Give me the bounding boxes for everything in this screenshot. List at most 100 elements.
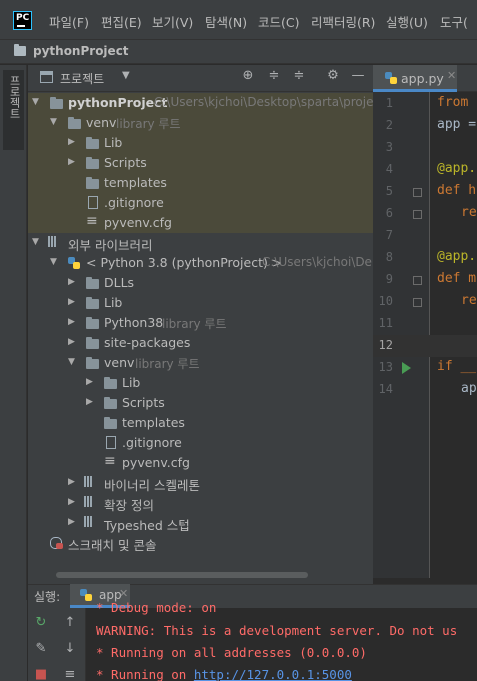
project-view-icon (40, 71, 53, 83)
tree-hint: C:\Users\kjchoi\Desktop\sparta\proje (154, 95, 374, 109)
chevron-down-icon[interactable]: ▼ (68, 356, 78, 368)
project-panel-title[interactable]: 프로젝트 (60, 70, 104, 87)
chevron-down-icon[interactable]: ▼ (32, 96, 42, 108)
menu-file[interactable]: 파일(F) (49, 12, 89, 31)
code-line-9: def m (437, 271, 477, 286)
folder-icon (85, 156, 100, 170)
tree-item-python38[interactable]: ▶ Python38 library 루트 (28, 313, 373, 333)
menu-code[interactable]: 코드(C) (258, 12, 299, 31)
gear-icon[interactable]: ⚙ (325, 68, 341, 84)
chevron-right-icon[interactable]: ▶ (68, 336, 78, 348)
tree-label: templates (122, 415, 185, 430)
close-icon[interactable]: ✕ (447, 69, 456, 82)
stop-icon[interactable]: ■ (32, 666, 50, 681)
tree-item-templates[interactable]: templates (28, 173, 373, 193)
tree-item-python-sdk[interactable]: ▼ < Python 3.8 (pythonProject) > C:\User… (28, 253, 373, 273)
folder-icon (67, 116, 82, 130)
python-icon (67, 256, 82, 270)
chevron-right-icon[interactable]: ▶ (68, 496, 78, 508)
tree-label: templates (104, 175, 167, 190)
line-number: 8 (385, 250, 393, 264)
tree-label: Lib (104, 135, 123, 150)
menu-tools[interactable]: 도구( (440, 12, 468, 31)
tree-item-dlls[interactable]: ▶ DLLs (28, 273, 373, 293)
run-panel-label: 실행: (34, 590, 61, 604)
chevron-right-icon[interactable]: ▶ (68, 276, 78, 288)
line-number: 2 (385, 118, 393, 132)
tree-hint: C:\Users\kjchoi\De (262, 255, 372, 269)
tree-item-scripts[interactable]: ▶ Scripts (28, 393, 373, 413)
tree-item-typeshed-stubs[interactable]: ▶ Typeshed 스텁 (28, 513, 373, 533)
tree-label: .gitignore (104, 195, 164, 210)
breadcrumb: pythonProject (0, 40, 477, 64)
arrow-down-icon[interactable]: ↓ (61, 640, 79, 658)
chevron-right-icon[interactable]: ▶ (86, 376, 96, 388)
chevron-right-icon[interactable]: ▶ (68, 316, 78, 328)
menu-view[interactable]: 보기(V) (152, 12, 193, 31)
fold-marker-icon[interactable] (413, 188, 422, 197)
expand-all-icon[interactable]: ≑ (266, 68, 282, 84)
line-number: 13 (378, 360, 393, 374)
tree-item-scratches[interactable]: 스크래치 및 콘솔 (28, 533, 373, 553)
chevron-right-icon[interactable]: ▶ (68, 296, 78, 308)
tree-item-venv[interactable]: ▼ venv library 루트 (28, 113, 373, 133)
tree-item-gitignore[interactable]: .gitignore (28, 433, 373, 453)
tree-item-lib[interactable]: ▶ Lib (28, 373, 373, 393)
arrow-up-icon[interactable]: ↑ (61, 614, 79, 632)
chevron-right-icon[interactable]: ▶ (86, 396, 96, 408)
tree-item-gitignore[interactable]: .gitignore (28, 193, 373, 213)
tree-item-binary-skeletons[interactable]: ▶ 바이너리 스켈레톤 (28, 473, 373, 493)
tree-item-extended-definitions[interactable]: ▶ 확장 정의 (28, 493, 373, 513)
pycharm-logo: PC (13, 11, 32, 30)
scrollbar-thumb[interactable] (56, 572, 308, 578)
wrench-icon[interactable]: ✎ (32, 640, 50, 658)
chevron-right-icon[interactable]: ▶ (68, 156, 78, 168)
fold-marker-icon[interactable] (413, 276, 422, 285)
chevron-right-icon[interactable]: ▶ (68, 136, 78, 148)
code-line-14: ap (461, 381, 477, 396)
collapse-all-icon[interactable]: ≑ (291, 68, 307, 84)
menu-run[interactable]: 실행(U) (386, 12, 428, 31)
fold-marker-icon[interactable] (413, 298, 422, 307)
console-text: * Running on (96, 667, 194, 681)
tree-item-venv[interactable]: ▼ venv library 루트 (28, 353, 373, 373)
hide-icon[interactable]: — (350, 68, 366, 84)
tree-item-pythonproject[interactable]: ▼ pythonProject C:\Users\kjchoi\Desktop\… (28, 93, 373, 113)
chevron-right-icon[interactable]: ▶ (68, 476, 78, 488)
tree-item-pyvenv-cfg[interactable]: pyvenv.cfg (28, 213, 373, 233)
file-icon (88, 196, 98, 209)
chevron-down-icon[interactable]: ▼ (122, 70, 130, 81)
tree-item-pyvenv-cfg[interactable]: pyvenv.cfg (28, 453, 373, 473)
library-icon (84, 476, 99, 490)
tree-label: venv (86, 115, 117, 130)
tree-item-scripts[interactable]: ▶ Scripts (28, 153, 373, 173)
chevron-right-icon[interactable]: ▶ (68, 516, 78, 528)
close-icon[interactable]: ✕ (119, 587, 128, 600)
menu-navigate[interactable]: 탐색(N) (205, 12, 247, 31)
line-number: 1 (385, 96, 393, 110)
tree-item-lib[interactable]: ▶ Lib (28, 293, 373, 313)
menu-refactor[interactable]: 리팩터링(R) (311, 12, 375, 31)
project-tool-tab-label: 프로젝트 (8, 75, 21, 119)
tree-item-templates[interactable]: templates (28, 413, 373, 433)
tree-item-site-packages[interactable]: ▶ site-packages (28, 333, 373, 353)
server-url-link[interactable]: http://127.0.0.1:5000 (194, 667, 352, 681)
run-gutter-icon[interactable] (402, 362, 411, 374)
rerun-icon[interactable]: ↻ (32, 614, 50, 632)
tree-item-lib[interactable]: ▶ Lib (28, 133, 373, 153)
chevron-down-icon[interactable]: ▼ (50, 116, 60, 128)
tree-item-external-libraries[interactable]: ▼ 외부 라이브러리 (28, 233, 373, 253)
folder-icon (49, 96, 64, 110)
tree-label: .gitignore (122, 435, 182, 450)
soft-wrap-icon[interactable]: ≡ (61, 666, 79, 681)
crosshair-icon[interactable]: ⊕ (240, 68, 256, 84)
chevron-down-icon[interactable]: ▼ (50, 256, 60, 268)
menu-edit[interactable]: 편집(E) (101, 12, 142, 31)
tree-label: Scripts (104, 155, 147, 170)
folder-icon (103, 416, 118, 430)
breadcrumb-project[interactable]: pythonProject (33, 44, 129, 58)
folder-icon (85, 336, 100, 350)
chevron-down-icon[interactable]: ▼ (32, 236, 42, 248)
code-line-5: def h (437, 183, 477, 198)
fold-marker-icon[interactable] (413, 210, 422, 219)
